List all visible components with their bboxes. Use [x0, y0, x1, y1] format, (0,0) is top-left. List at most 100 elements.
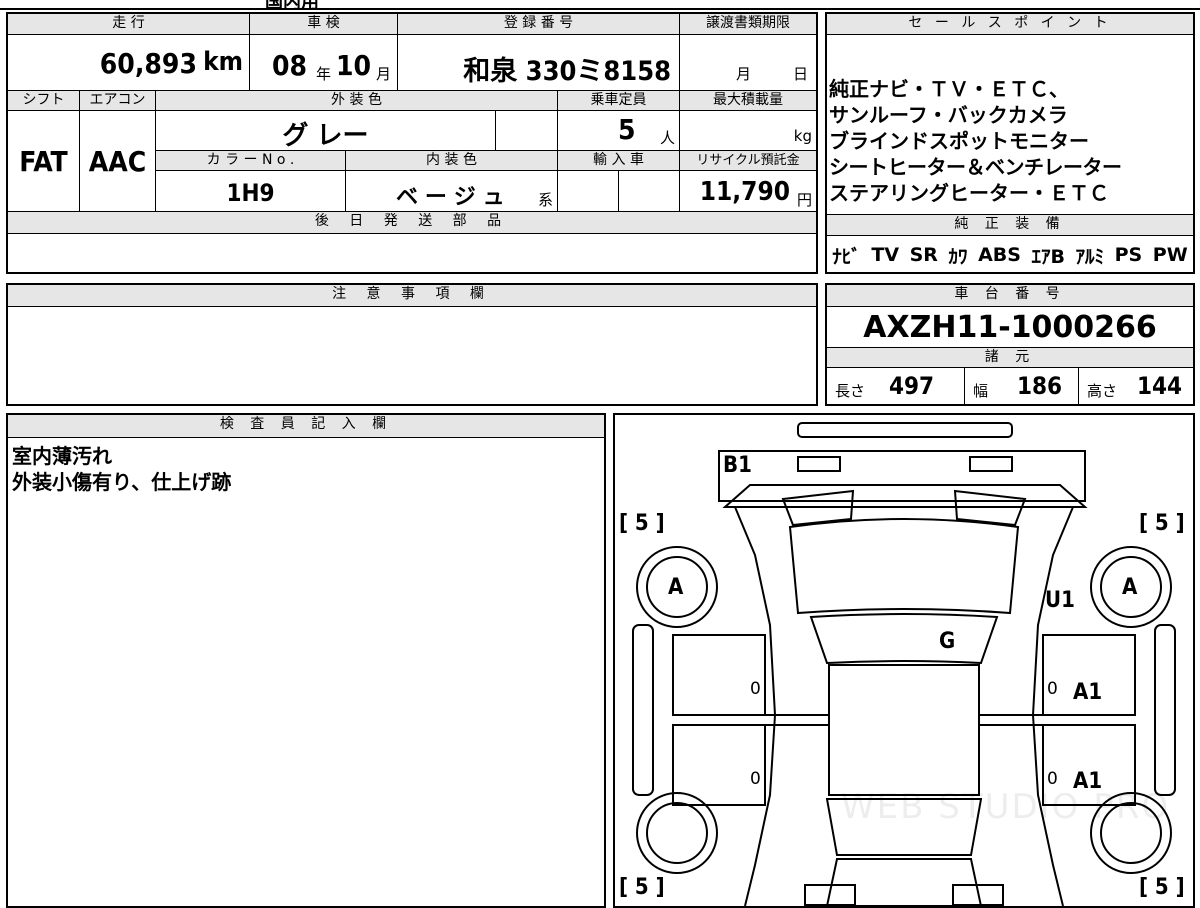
interior-color-suffix: 系: [537, 191, 553, 209]
sales-points-lines: 純正ナビ・ＴＶ・ＥＴＣ、 サンルーフ・バックカメラ ブラインドスポットモニター …: [829, 76, 1193, 206]
shift-value: FAT: [19, 145, 68, 178]
equipment-item-pw: PW: [1152, 244, 1188, 266]
inspection-year: 08: [272, 49, 308, 82]
tread-rear-left: [ 5 ]: [619, 875, 665, 900]
length-label: 長さ: [835, 382, 866, 400]
inspection-cell: 08 年 10 月: [250, 35, 398, 91]
color-no-value: 1H9: [226, 179, 275, 207]
spec-length: 長さ 497: [827, 368, 965, 404]
spec-label: 諸 元: [827, 347, 1193, 368]
mark-a-right: A: [1122, 575, 1138, 600]
mark-u1: U1: [1045, 588, 1075, 613]
sales-point-line: 純正ナビ・ＴＶ・ＥＴＣ、: [829, 77, 1069, 101]
max-load-cell: kg: [680, 111, 816, 151]
inspection-month: 10: [336, 49, 372, 82]
equipment-item-leather: ｶﾜ: [948, 245, 968, 268]
inspection-year-unit: 年: [316, 65, 332, 83]
notes-label: 注 意 事 項 欄: [8, 285, 816, 307]
recycle-unit: 円: [796, 191, 812, 209]
inspection-month-unit: 月: [376, 65, 392, 83]
mileage-cell: 60,893 km: [8, 35, 250, 91]
aircon-value: AAC: [88, 145, 147, 178]
equipment-list: ﾅﾋﾞ TV SR ｶﾜ ABS ｴｱB ｱﾙﾐ PS PW: [827, 240, 1193, 270]
exterior-color-cell: グ レー: [156, 111, 496, 151]
mark-a1-front: A1: [1073, 680, 1103, 705]
mileage-unit: km: [203, 47, 243, 77]
later-parts-label: 後 日 発 送 部 品: [8, 212, 816, 234]
zero-left-front: 0: [750, 679, 761, 699]
equipment-item-navi: ﾅﾋﾞ: [832, 245, 861, 268]
mileage-label: 走 行: [8, 14, 250, 35]
inspector-label: 検 査 員 記 入 欄: [8, 415, 604, 438]
equipment-label: 純 正 装 備: [827, 214, 1193, 236]
mark-a-left: A: [668, 575, 684, 600]
mark-g: G: [939, 629, 956, 654]
height-value: 144: [1137, 372, 1183, 400]
recycle-value: 11,790: [699, 177, 790, 207]
sales-point-line: シートヒーター＆ベンチレーター: [829, 155, 1122, 179]
equipment-item-tv: TV: [871, 244, 900, 266]
tread-front-right: [ 5 ]: [1139, 511, 1185, 536]
capacity-unit: 人: [659, 129, 675, 147]
capacity-value: 5: [618, 113, 636, 146]
transfer-month-unit: 月: [736, 65, 752, 83]
registration-label: 登 録 番 号: [398, 14, 680, 35]
exterior-color-extra-cell: [496, 111, 558, 151]
chassis-label: 車 台 番 号: [827, 285, 1193, 307]
inspector-note-line: 外装小傷有り、仕上げ跡: [12, 470, 232, 494]
notes-box: 注 意 事 項 欄: [6, 283, 818, 406]
chassis-number: AXZH11-1000266: [863, 310, 1157, 345]
transfer-day-unit: 日: [792, 65, 808, 83]
vehicle-info-table: 走 行 車 検 登 録 番 号 譲渡書類期限 60,893 km 08 年 10…: [6, 12, 818, 274]
sales-points-label: セ ー ル ス ポ イ ン ト: [827, 14, 1193, 35]
color-no-label: カ ラ ー N o .: [156, 151, 346, 171]
aircon-label: エアコン: [80, 91, 156, 111]
capacity-label: 乗車定員: [558, 91, 680, 111]
max-load-label: 最大積載量: [680, 91, 816, 111]
interior-color-value: ベ ー ジ ュ: [396, 185, 505, 210]
chassis-box: 車 台 番 号 AXZH11-1000266 諸 元 長さ 497 幅 186 …: [825, 283, 1195, 406]
width-label: 幅: [973, 382, 989, 400]
recycle-cell: 11,790 円: [680, 171, 816, 212]
mark-b1: B1: [723, 453, 752, 478]
shift-label: シフト: [8, 91, 80, 111]
exterior-color-label: 外 装 色: [156, 91, 558, 111]
width-value: 186: [1017, 372, 1063, 400]
car-diagram-svg: [632, 422, 1176, 906]
equipment-item-alloy: ｱﾙﾐ: [1075, 245, 1105, 268]
equipment-item-abs: ABS: [978, 244, 1021, 266]
registration-cell: 和泉 330ミ8158: [398, 35, 680, 91]
tread-rear-right: [ 5 ]: [1139, 875, 1185, 900]
top-strip: 国内用: [0, 0, 1200, 13]
watermark: WEB STUDIO PRO: [841, 787, 1171, 827]
spec-width: 幅 186: [965, 368, 1079, 404]
registration-value: 和泉 330ミ8158: [463, 56, 671, 87]
transfer-deadline-label: 譲渡書類期限: [680, 14, 816, 35]
sales-point-line: サンルーフ・バックカメラ: [829, 103, 1068, 127]
zero-right-rear: 0: [1047, 769, 1058, 789]
damage-diagram: B1 A A U1 G A1 A1 0 0 0 0 [ 5 ] [ 5 ] [ …: [613, 413, 1195, 908]
zero-right-front: 0: [1047, 679, 1058, 699]
max-load-unit: kg: [793, 127, 812, 145]
sales-point-line: ブラインドスポットモニター: [829, 129, 1089, 153]
mileage-value: 60,893: [99, 47, 197, 80]
zero-left-rear: 0: [750, 769, 761, 789]
import-cell-a: [558, 171, 619, 212]
shift-cell: FAT: [8, 111, 80, 212]
inspector-note-line: 室内薄汚れ: [12, 444, 112, 468]
color-no-cell: 1H9: [156, 171, 346, 212]
inspection-label: 車 検: [250, 14, 398, 35]
sales-points-box: セ ー ル ス ポ イ ン ト 純正ナビ・ＴＶ・ＥＴＣ、 サンルーフ・バックカメ…: [825, 12, 1195, 274]
interior-color-cell: ベ ー ジ ュ 系: [346, 171, 558, 212]
equipment-item-ps: PS: [1114, 244, 1143, 266]
aircon-cell: AAC: [80, 111, 156, 212]
inspector-box: 検 査 員 記 入 欄 室内薄汚れ 外装小傷有り、仕上げ跡: [6, 413, 606, 908]
interior-color-label: 内 装 色: [346, 151, 558, 171]
height-label: 高さ: [1087, 382, 1118, 400]
capacity-cell: 5 人: [558, 111, 680, 151]
exterior-color-value: グ レー: [282, 121, 369, 151]
length-value: 497: [889, 372, 935, 400]
sales-point-line: ステアリングヒーター・ＥＴＣ: [829, 181, 1109, 205]
equipment-item-airbag: ｴｱB: [1031, 245, 1065, 268]
recycle-label: リサイクル預託金: [680, 151, 816, 171]
